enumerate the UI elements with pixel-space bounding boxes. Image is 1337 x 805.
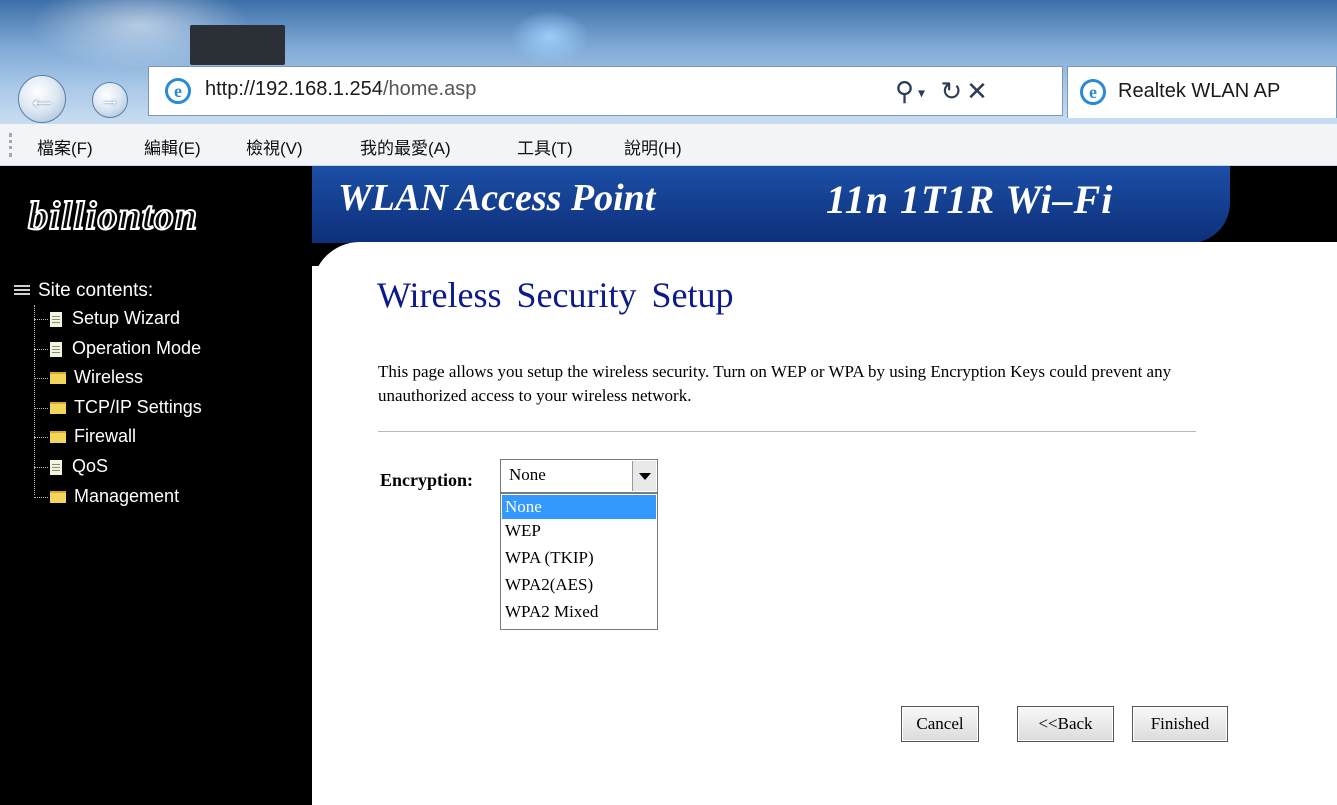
page-title: Wireless Security Setup: [377, 275, 734, 315]
folder-icon: [50, 431, 66, 444]
sidebar-item-label: QoS: [72, 456, 109, 476]
sidebar-item-label: TCP/IP Settings: [74, 397, 202, 417]
refresh-icon[interactable]: ↻: [940, 76, 966, 106]
menu-favorites[interactable]: 我的最愛(A): [360, 134, 451, 159]
forward-arrow-icon[interactable]: →: [92, 82, 128, 118]
folder-icon: [50, 491, 66, 504]
menu-tools[interactable]: 工具(T): [517, 134, 573, 159]
stop-icon[interactable]: ✕: [966, 76, 992, 106]
encryption-option-wpa-tkip[interactable]: WPA (TKIP): [502, 546, 656, 570]
background-decoration: [510, 10, 590, 65]
sidebar-item-label: Wireless: [74, 367, 144, 387]
chevron-down-icon[interactable]: ▾: [918, 85, 929, 101]
folder-icon: [50, 402, 66, 415]
tab-title: Realtek WLAN AP: [1118, 80, 1281, 102]
encryption-option-wep[interactable]: WEP: [502, 519, 656, 543]
toolbar-grip: [9, 133, 15, 157]
finished-button[interactable]: Finished: [1132, 706, 1228, 742]
encryption-options-list: None WEP WPA (TKIP) WPA2(AES) WPA2 Mixed: [500, 493, 658, 630]
background-decoration: [190, 25, 285, 65]
browser-tab[interactable]: e Realtek WLAN AP: [1067, 66, 1337, 118]
page-description: This page allows you setup the wireless …: [378, 362, 1172, 405]
encryption-option-wpa2-mixed[interactable]: WPA2 Mixed: [502, 600, 656, 624]
url-host: http://192.168.1.254: [205, 78, 383, 100]
sidebar-item-label: Firewall: [74, 426, 137, 446]
sidebar-item-tcpip-settings[interactable]: TCP/IP Settings: [34, 397, 202, 421]
sidebar-item-setup-wizard[interactable]: Setup Wizard: [34, 308, 180, 332]
chevron-down-icon[interactable]: [632, 461, 656, 491]
browser-chrome: ← → e http://192.168.1.254/home.asp ⚲▾ ↻…: [0, 0, 1337, 124]
menu-help[interactable]: 說明(H): [624, 134, 682, 159]
sidebar-item-firewall[interactable]: Firewall: [34, 426, 136, 450]
encryption-select[interactable]: None: [500, 459, 658, 493]
menu-file[interactable]: 檔案(F): [37, 134, 93, 159]
sidebar-item-label: Management: [74, 486, 180, 506]
encryption-selected-value: None: [509, 465, 546, 484]
sidebar-item-qos[interactable]: QoS: [34, 456, 108, 480]
site-contents-label: Site contents:: [38, 280, 154, 301]
sidebar-item-label: Setup Wizard: [72, 308, 181, 328]
menu-edit[interactable]: 編輯(E): [144, 134, 201, 159]
tree-root-icon: [14, 284, 30, 297]
url-text[interactable]: http://192.168.1.254/home.asp: [205, 78, 476, 101]
banner-title: WLAN Access Point: [338, 177, 656, 219]
document-icon: [50, 341, 62, 357]
cancel-button[interactable]: Cancel: [901, 706, 979, 742]
site-contents-heading: Site contents:: [14, 280, 153, 302]
sidebar-item-management[interactable]: Management: [34, 486, 179, 510]
back-button[interactable]: <<Back: [1017, 706, 1114, 742]
folder-icon: [50, 372, 66, 385]
sidebar-item-operation-mode[interactable]: Operation Mode: [34, 338, 201, 362]
search-icon[interactable]: ⚲: [895, 76, 918, 106]
document-icon: [50, 311, 62, 327]
back-arrow-icon[interactable]: ←: [18, 75, 66, 123]
ie-logo-icon: e: [165, 78, 191, 104]
brand-logo: billionton: [27, 192, 199, 239]
divider: [378, 431, 1196, 432]
menu-view[interactable]: 檢視(V): [246, 134, 303, 159]
encryption-label: Encryption:: [380, 470, 474, 490]
sidebar-item-label: Operation Mode: [72, 338, 202, 358]
sidebar-item-wireless[interactable]: Wireless: [34, 367, 143, 391]
address-bar[interactable]: e http://192.168.1.254/home.asp ⚲▾ ↻✕: [148, 66, 1063, 116]
ie-logo-icon: e: [1080, 79, 1106, 105]
encryption-option-none[interactable]: None: [502, 495, 656, 519]
document-icon: [50, 459, 62, 475]
banner-subtitle: 11n 1T1R Wi–Fi: [826, 177, 1114, 222]
menu-bar: 檔案(F) 編輯(E) 檢視(V) 我的最愛(A) 工具(T) 說明(H): [0, 124, 1337, 166]
encryption-option-wpa2-aes[interactable]: WPA2(AES): [502, 573, 656, 597]
address-tools: ⚲▾ ↻✕: [895, 76, 992, 107]
url-path: /home.asp: [382, 78, 477, 100]
